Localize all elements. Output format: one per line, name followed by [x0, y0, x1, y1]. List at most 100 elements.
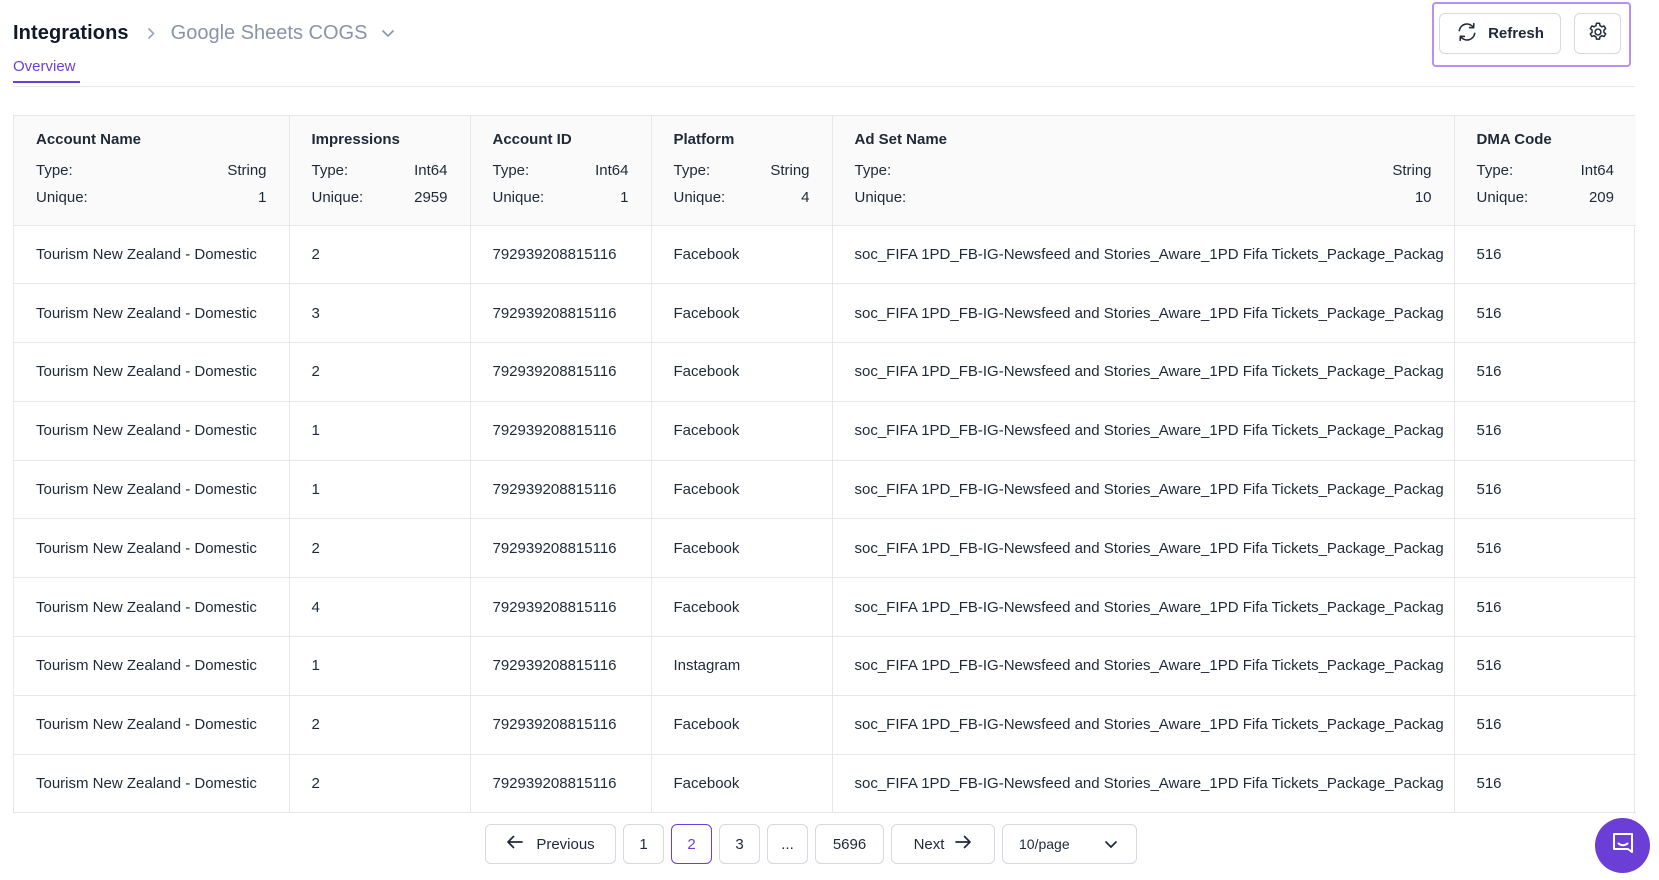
- table-row[interactable]: Tourism New Zealand - Domestic 1 792939208…: [14, 401, 1636, 461]
- header-actions: Refresh: [1432, 2, 1631, 67]
- tab-overview[interactable]: Overview: [13, 58, 80, 83]
- unique-value: 4: [801, 189, 810, 206]
- table-row[interactable]: Tourism New Zealand - Domestic 1 792939208…: [14, 460, 1636, 520]
- page-size-select[interactable]: 10/page: [1002, 824, 1137, 864]
- column-header[interactable]: Platform Type: String Unique: 4: [651, 116, 833, 226]
- table-row[interactable]: Tourism New Zealand - Domestic 3 792939208…: [14, 283, 1636, 344]
- next-page-button[interactable]: Next: [891, 824, 995, 864]
- type-value: Int64: [414, 162, 448, 179]
- table-cell: soc_FIFA 1PD_FB-IG-Newsfeed and Stories_…: [832, 518, 1455, 579]
- table-cell: 1: [289, 401, 471, 461]
- page-ellipsis[interactable]: ...: [767, 824, 808, 864]
- column-header[interactable]: DMA Code Type: Int64 Unique: 209: [1454, 116, 1636, 226]
- table-cell: 2: [289, 754, 471, 814]
- column-header[interactable]: Ad Set Name Type: String Unique: 10: [832, 116, 1455, 226]
- column-header[interactable]: Impressions Type: Int64 Unique: 2959: [289, 116, 471, 226]
- previous-page-button[interactable]: Previous: [485, 824, 616, 864]
- table-row[interactable]: Tourism New Zealand - Domestic 1 792939208…: [14, 636, 1636, 696]
- refresh-button[interactable]: Refresh: [1439, 13, 1561, 54]
- chat-icon: [1610, 830, 1636, 861]
- table-cell: Facebook: [651, 283, 833, 344]
- next-label: Next: [913, 835, 945, 853]
- type-label: Type:: [492, 162, 530, 179]
- table-cell: Facebook: [651, 225, 833, 285]
- column-title: Impressions: [311, 131, 400, 148]
- breadcrumb: Integrations Google Sheets COGS: [13, 18, 397, 48]
- refresh-label: Refresh: [1488, 25, 1544, 42]
- table-cell: soc_FIFA 1PD_FB-IG-Newsfeed and Stories_…: [832, 460, 1455, 520]
- table-cell: Tourism New Zealand - Domestic: [14, 460, 290, 520]
- type-value: String: [770, 162, 810, 179]
- table-row[interactable]: Tourism New Zealand - Domestic 2 792939208…: [14, 754, 1636, 814]
- table-cell: Tourism New Zealand - Domestic: [14, 342, 290, 402]
- type-value: String: [1392, 162, 1432, 179]
- table-cell: soc_FIFA 1PD_FB-IG-Newsfeed and Stories_…: [832, 754, 1455, 814]
- table-cell: 516: [1454, 695, 1636, 755]
- type-value: Int64: [595, 162, 629, 179]
- page-button-1[interactable]: 1: [623, 824, 664, 864]
- pagination: Previous 1 2 3 ... 5696 Next 10/page: [485, 824, 1137, 864]
- table-cell: Tourism New Zealand - Domestic: [14, 518, 290, 579]
- table-cell: soc_FIFA 1PD_FB-IG-Newsfeed and Stories_…: [832, 283, 1455, 344]
- gear-icon: [1587, 21, 1609, 46]
- page-button-2[interactable]: 2: [671, 824, 712, 864]
- table-cell: 516: [1454, 636, 1636, 696]
- data-table: Account Name Type: String Unique: 1 Impressio…: [13, 115, 1636, 814]
- unique-label: Unique:: [311, 189, 364, 206]
- table-cell: Facebook: [651, 401, 833, 461]
- column-unique-row: Unique: 1: [493, 189, 629, 206]
- table-cell: 1: [289, 636, 471, 696]
- table-cell: Instagram: [651, 636, 833, 696]
- unique-label: Unique:: [492, 189, 545, 206]
- table-cell: Tourism New Zealand - Domestic: [14, 695, 290, 755]
- column-unique-row: Unique: 2959: [312, 189, 448, 206]
- table-cell: 792939208815116: [470, 460, 652, 520]
- table-cell: 2: [289, 225, 471, 285]
- table-row[interactable]: Tourism New Zealand - Domestic 2 792939208…: [14, 342, 1636, 402]
- table-cell: 516: [1454, 577, 1636, 638]
- table-cell: 4: [289, 577, 471, 638]
- table-cell: Facebook: [651, 460, 833, 520]
- type-label: Type:: [311, 162, 349, 179]
- table-row[interactable]: Tourism New Zealand - Domestic 2 792939208…: [14, 695, 1636, 755]
- table-cell: 3: [289, 283, 471, 344]
- column-unique-row: Unique: 209: [1477, 189, 1615, 206]
- column-unique-row: Unique: 4: [674, 189, 810, 206]
- column-type-row: Type: Int64: [493, 162, 629, 179]
- page-button-3[interactable]: 3: [719, 824, 760, 864]
- arrow-left-icon: [506, 835, 524, 853]
- table-cell: Facebook: [651, 695, 833, 755]
- column-type-row: Type: String: [674, 162, 810, 179]
- column-header[interactable]: Account Name Type: String Unique: 1: [14, 116, 290, 226]
- table-row[interactable]: Tourism New Zealand - Domestic 2 792939208…: [14, 518, 1636, 579]
- table-header-row: Account Name Type: String Unique: 1 Impressio…: [14, 116, 1636, 226]
- previous-label: Previous: [536, 835, 595, 853]
- table-cell: 792939208815116: [470, 577, 652, 638]
- column-title: Account ID: [492, 131, 572, 148]
- table-cell: 516: [1454, 518, 1636, 579]
- column-header[interactable]: Account ID Type: Int64 Unique: 1: [470, 116, 652, 226]
- page-size-value: 10/page: [1019, 836, 1070, 852]
- breadcrumb-root[interactable]: Integrations: [13, 22, 129, 45]
- table-cell: soc_FIFA 1PD_FB-IG-Newsfeed and Stories_…: [832, 342, 1455, 402]
- table-cell: 2: [289, 695, 471, 755]
- table-cell: 792939208815116: [470, 695, 652, 755]
- unique-value: 10: [1414, 189, 1432, 206]
- type-label: Type:: [673, 162, 711, 179]
- unique-label: Unique:: [36, 189, 88, 206]
- table-cell: 1: [289, 460, 471, 520]
- chevron-down-icon[interactable]: [381, 25, 397, 41]
- table-row[interactable]: Tourism New Zealand - Domestic 2 792939208…: [14, 225, 1636, 285]
- unique-label: Unique:: [1476, 189, 1529, 206]
- unique-label: Unique:: [673, 189, 726, 206]
- settings-button[interactable]: [1574, 13, 1621, 54]
- type-label: Type:: [1476, 162, 1514, 179]
- column-type-row: Type: String: [36, 162, 267, 179]
- chat-launcher-button[interactable]: [1595, 818, 1650, 873]
- table-cell: soc_FIFA 1PD_FB-IG-Newsfeed and Stories_…: [832, 695, 1455, 755]
- column-unique-row: Unique: 10: [855, 189, 1432, 206]
- table-cell: 2: [289, 342, 471, 402]
- table-cell: Tourism New Zealand - Domestic: [14, 754, 290, 814]
- page-button-last[interactable]: 5696: [815, 824, 884, 864]
- table-row[interactable]: Tourism New Zealand - Domestic 4 792939208…: [14, 577, 1636, 638]
